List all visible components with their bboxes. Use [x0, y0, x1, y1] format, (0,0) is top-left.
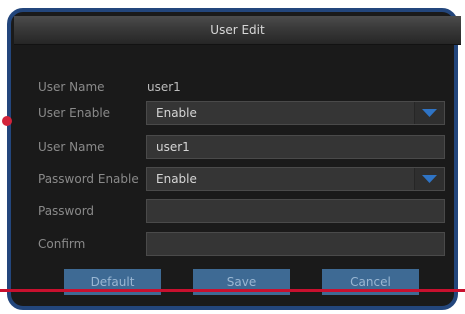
user-edit-dialog: [7, 8, 458, 310]
user-name-label: User Name: [38, 80, 105, 94]
password-input[interactable]: [146, 199, 445, 223]
chevron-down-icon: [422, 109, 437, 117]
password-enable-label: Password Enable: [38, 172, 139, 186]
password-label: Password: [38, 204, 95, 218]
user-enable-dropdown-button[interactable]: [414, 102, 444, 124]
confirm-label: Confirm: [38, 237, 86, 251]
user-name-edit-label: User Name: [38, 140, 105, 154]
dialog-titlebar: User Edit: [14, 16, 461, 45]
annotation-line: [0, 289, 465, 292]
user-enable-selected-value: Enable: [156, 106, 197, 120]
user-name-value: user1: [147, 80, 181, 94]
chevron-down-icon: [422, 175, 437, 183]
password-enable-selected-value: Enable: [156, 172, 197, 186]
password-enable-select[interactable]: Enable: [146, 167, 445, 191]
user-enable-select[interactable]: Enable: [146, 101, 445, 125]
annotation-dot: [2, 116, 12, 126]
password-enable-dropdown-button[interactable]: [414, 168, 444, 190]
user-enable-label: User Enable: [38, 106, 111, 120]
dialog-title: User Edit: [210, 23, 265, 37]
screen: User Edit User Name user1 User Enable En…: [0, 0, 465, 314]
user-name-input[interactable]: user1: [146, 135, 445, 159]
confirm-password-input[interactable]: [146, 232, 445, 256]
